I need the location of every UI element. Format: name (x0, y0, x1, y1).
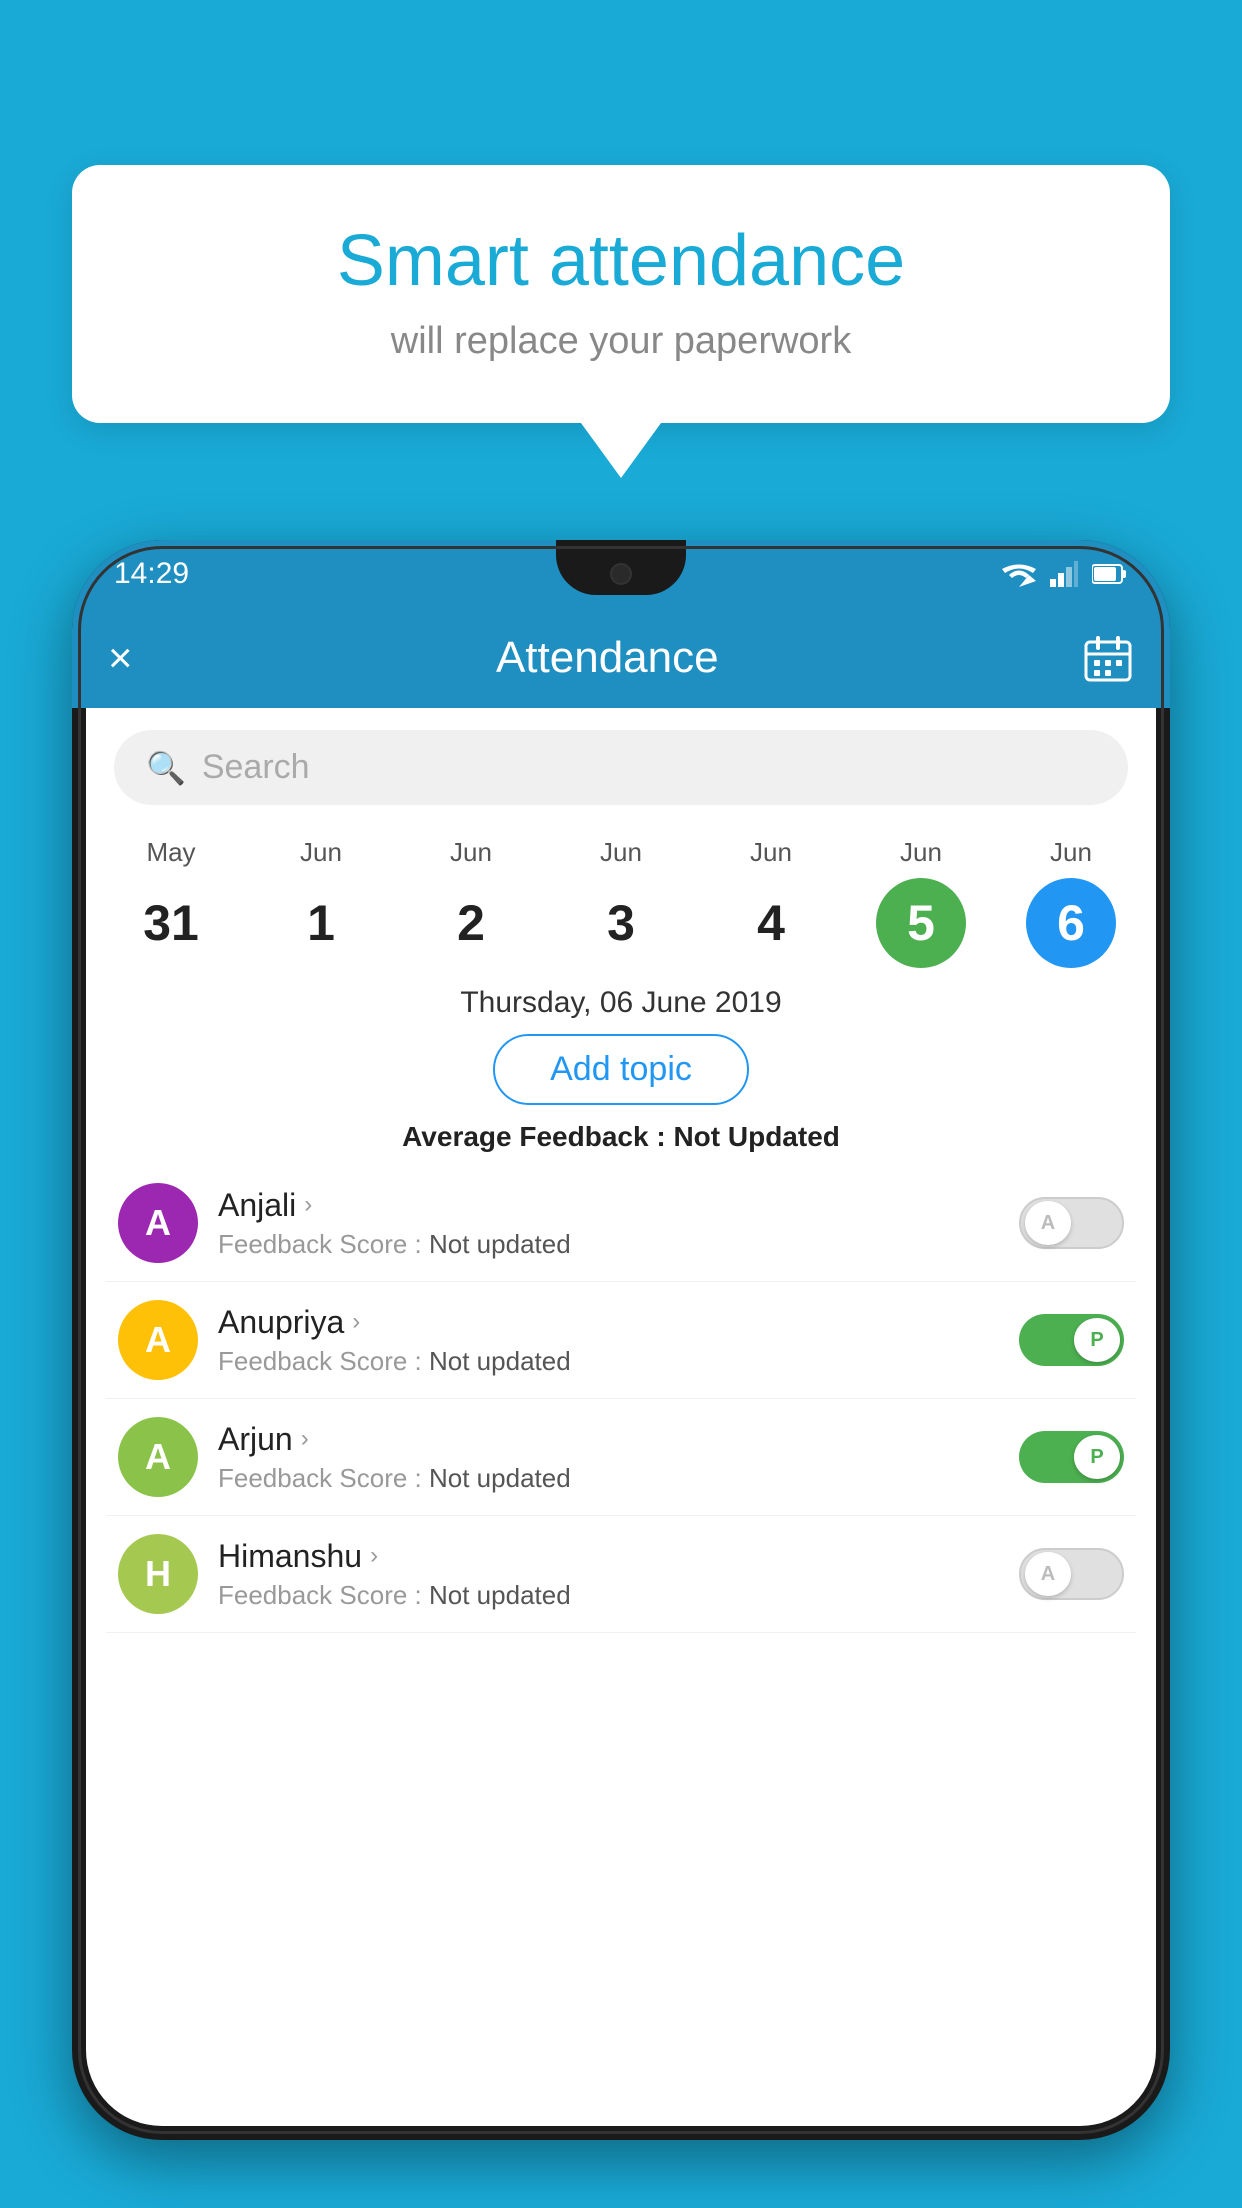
student-avatar: A (118, 1417, 198, 1497)
cal-date-number[interactable]: 2 (426, 878, 516, 968)
student-feedback: Feedback Score : Not updated (218, 1346, 999, 1377)
chevron-right-icon: › (370, 1542, 378, 1570)
chevron-right-icon: › (304, 1191, 312, 1219)
signal-icon (1050, 561, 1078, 587)
calendar-day[interactable]: Jun 2 (421, 837, 521, 968)
student-name: Anjali › (218, 1187, 999, 1224)
calendar-day[interactable]: Jun 5 (871, 837, 971, 968)
date-heading: Thursday, 06 June 2019 (86, 986, 1156, 1020)
avg-feedback-label: Average Feedback : (402, 1121, 666, 1152)
student-name: Himanshu › (218, 1538, 999, 1575)
search-bar[interactable]: 🔍 Search (114, 730, 1128, 805)
cal-date-number[interactable]: 1 (276, 878, 366, 968)
cal-month-label: Jun (300, 837, 342, 868)
search-placeholder: Search (202, 748, 310, 787)
cal-month-label: Jun (450, 837, 492, 868)
student-info: Anupriya › Feedback Score : Not updated (218, 1304, 999, 1377)
phone-notch (556, 540, 686, 595)
speech-bubble-arrow (581, 423, 661, 478)
attendance-toggle[interactable]: P (1019, 1314, 1124, 1366)
cal-date-number[interactable]: 5 (876, 878, 966, 968)
student-avatar: A (118, 1183, 198, 1263)
toggle-knob: A (1025, 1201, 1071, 1245)
avg-feedback-value: Not Updated (673, 1121, 839, 1152)
calendar-day[interactable]: May 31 (121, 837, 221, 968)
cal-month-label: Jun (750, 837, 792, 868)
student-feedback: Feedback Score : Not updated (218, 1463, 999, 1494)
student-item[interactable]: H Himanshu › Feedback Score : Not updated A (106, 1516, 1136, 1633)
toggle-knob: P (1074, 1318, 1120, 1362)
avg-feedback: Average Feedback : Not Updated (86, 1121, 1156, 1153)
student-name: Arjun › (218, 1421, 999, 1458)
app-bar: × Attendance (72, 608, 1170, 708)
student-feedback: Feedback Score : Not updated (218, 1229, 999, 1260)
calendar-day[interactable]: Jun 3 (571, 837, 671, 968)
student-info: Himanshu › Feedback Score : Not updated (218, 1538, 999, 1611)
add-topic-button[interactable]: Add topic (493, 1034, 749, 1105)
cal-month-label: May (146, 837, 195, 868)
phone-frame: 14:29 (72, 540, 1170, 2140)
calendar-strip: May 31 Jun 1 Jun 2 Jun 3 Jun 4 Jun 5 Jun 6 (86, 827, 1156, 968)
toggle-knob: P (1074, 1435, 1120, 1479)
wifi-icon (1002, 561, 1036, 587)
battery-icon (1092, 563, 1128, 585)
student-item[interactable]: A Anjali › Feedback Score : Not updated A (106, 1165, 1136, 1282)
attendance-toggle[interactable]: A (1019, 1197, 1124, 1249)
cal-date-number[interactable]: 3 (576, 878, 666, 968)
student-name: Anupriya › (218, 1304, 999, 1341)
app-bar-title: Attendance (163, 633, 1052, 683)
cal-month-label: Jun (600, 837, 642, 868)
phone-container: 14:29 (72, 540, 1170, 2208)
phone-screen: 🔍 Search May 31 Jun 1 Jun 2 Jun 3 Jun 4 Jun 5 Jun 6 T… (86, 708, 1156, 2126)
speech-bubble-container: Smart attendance will replace your paper… (72, 165, 1170, 478)
student-info: Anjali › Feedback Score : Not updated (218, 1187, 999, 1260)
search-icon: 🔍 (146, 749, 186, 787)
status-time: 14:29 (114, 557, 189, 591)
calendar-icon[interactable] (1082, 632, 1134, 684)
close-button[interactable]: × (108, 634, 133, 682)
student-item[interactable]: A Arjun › Feedback Score : Not updated P (106, 1399, 1136, 1516)
cal-month-label: Jun (900, 837, 942, 868)
student-feedback: Feedback Score : Not updated (218, 1580, 999, 1611)
front-camera (610, 563, 632, 585)
chevron-right-icon: › (301, 1425, 309, 1453)
toggle-knob: A (1025, 1552, 1071, 1596)
status-icons (1002, 561, 1128, 587)
student-item[interactable]: A Anupriya › Feedback Score : Not updated P (106, 1282, 1136, 1399)
student-info: Arjun › Feedback Score : Not updated (218, 1421, 999, 1494)
student-list: AAnjali ›Feedback Score : Not updatedAAA… (86, 1165, 1156, 1633)
cal-date-number[interactable]: 6 (1026, 878, 1116, 968)
calendar-day[interactable]: Jun 6 (1021, 837, 1121, 968)
cal-date-number[interactable]: 4 (726, 878, 816, 968)
chevron-right-icon: › (352, 1308, 360, 1336)
calendar-day[interactable]: Jun 1 (271, 837, 371, 968)
attendance-toggle[interactable]: P (1019, 1431, 1124, 1483)
speech-bubble-title: Smart attendance (132, 220, 1110, 302)
cal-date-number[interactable]: 31 (126, 878, 216, 968)
attendance-toggle[interactable]: A (1019, 1548, 1124, 1600)
student-avatar: H (118, 1534, 198, 1614)
cal-month-label: Jun (1050, 837, 1092, 868)
student-avatar: A (118, 1300, 198, 1380)
calendar-day[interactable]: Jun 4 (721, 837, 821, 968)
speech-bubble: Smart attendance will replace your paper… (72, 165, 1170, 423)
speech-bubble-subtitle: will replace your paperwork (132, 320, 1110, 363)
